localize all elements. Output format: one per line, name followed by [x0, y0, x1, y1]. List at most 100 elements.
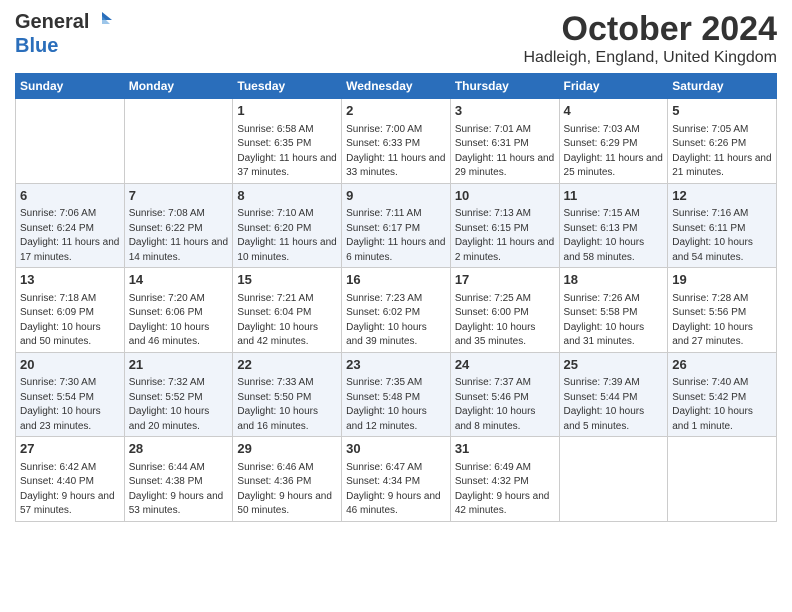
calendar-table: SundayMondayTuesdayWednesdayThursdayFrid… [15, 73, 777, 522]
logo-general: General [15, 11, 89, 34]
day-info: Sunrise: 7:20 AM Sunset: 6:06 PM Dayligh… [129, 293, 210, 348]
day-info: Sunrise: 7:16 AM Sunset: 6:11 PM Dayligh… [672, 208, 753, 263]
calendar-cell: 30Sunrise: 6:47 AM Sunset: 4:34 PM Dayli… [342, 437, 451, 522]
calendar-cell: 26Sunrise: 7:40 AM Sunset: 5:42 PM Dayli… [668, 352, 777, 437]
calendar-cell: 25 Sunrise: 7:39 AM Sunset: 5:44 PM Dayli… [559, 352, 668, 437]
calendar-cell: 7 Sunrise: 7:08 AM Sunset: 6:22 PM Daylig… [124, 183, 233, 268]
calendar-cell: 24Sunrise: 7:37 AM Sunset: 5:46 PM Dayli… [450, 352, 559, 437]
day-number: 5 [672, 102, 772, 120]
calendar-cell: 2 Sunrise: 7:00 AM Sunset: 6:33 PM Daylig… [342, 99, 451, 184]
calendar-cell: 23 Sunrise: 7:35 AM Sunset: 5:48 PM Dayli… [342, 352, 451, 437]
header-day-thursday: Thursday [450, 74, 559, 99]
calendar-cell [559, 437, 668, 522]
day-number: 25 [564, 356, 664, 374]
day-number: 13 [20, 271, 120, 289]
day-number: 4 [564, 102, 664, 120]
day-info: Sunrise: 7:35 AM Sunset: 5:48 PM Dayligh… [346, 377, 427, 432]
day-info: Sunrise: 6:58 AM Sunset: 6:35 PM Dayligh… [237, 124, 336, 179]
day-info: Sunrise: 7:23 AM Sunset: 6:02 PM Dayligh… [346, 293, 427, 348]
calendar-cell: 13 Sunrise: 7:18 AM Sunset: 6:09 PM Dayli… [16, 268, 125, 353]
title-area: October 2024 Hadleigh, England, United K… [524, 10, 778, 67]
calendar-cell: 27 Sunrise: 6:42 AM Sunset: 4:40 PM Dayli… [16, 437, 125, 522]
calendar-body: 1 Sunrise: 6:58 AM Sunset: 6:35 PM Daylig… [16, 99, 777, 522]
header-row: SundayMondayTuesdayWednesdayThursdayFrid… [16, 74, 777, 99]
day-info: Sunrise: 7:32 AM Sunset: 5:52 PM Dayligh… [129, 377, 210, 432]
day-info: Sunrise: 7:28 AM Sunset: 5:56 PM Dayligh… [672, 293, 753, 348]
day-info: Sunrise: 7:00 AM Sunset: 6:33 PM Dayligh… [346, 124, 445, 179]
calendar-cell: 28Sunrise: 6:44 AM Sunset: 4:38 PM Dayli… [124, 437, 233, 522]
day-info: Sunrise: 7:25 AM Sunset: 6:00 PM Dayligh… [455, 293, 536, 348]
calendar-cell: 5 Sunrise: 7:05 AM Sunset: 6:26 PM Daylig… [668, 99, 777, 184]
day-number: 29 [237, 440, 337, 458]
day-number: 23 [346, 356, 446, 374]
day-number: 22 [237, 356, 337, 374]
day-number: 20 [20, 356, 120, 374]
day-info: Sunrise: 7:13 AM Sunset: 6:15 PM Dayligh… [455, 208, 554, 263]
day-number: 3 [455, 102, 555, 120]
header-day-wednesday: Wednesday [342, 74, 451, 99]
day-info: Sunrise: 7:01 AM Sunset: 6:31 PM Dayligh… [455, 124, 554, 179]
logo: General Blue [15, 10, 114, 58]
day-info: Sunrise: 7:26 AM Sunset: 5:58 PM Dayligh… [564, 293, 645, 348]
calendar-cell: 16 Sunrise: 7:23 AM Sunset: 6:02 PM Dayli… [342, 268, 451, 353]
calendar-cell: 18 Sunrise: 7:26 AM Sunset: 5:58 PM Dayli… [559, 268, 668, 353]
day-info: Sunrise: 7:18 AM Sunset: 6:09 PM Dayligh… [20, 293, 101, 348]
day-number: 31 [455, 440, 555, 458]
day-number: 21 [129, 356, 229, 374]
day-number: 10 [455, 187, 555, 205]
calendar-week-1: 1 Sunrise: 6:58 AM Sunset: 6:35 PM Daylig… [16, 99, 777, 184]
calendar-cell: 20 Sunrise: 7:30 AM Sunset: 5:54 PM Dayli… [16, 352, 125, 437]
day-number: 2 [346, 102, 446, 120]
calendar-cell: 8Sunrise: 7:10 AM Sunset: 6:20 PM Daylig… [233, 183, 342, 268]
logo-blue: Blue [15, 35, 58, 57]
day-number: 30 [346, 440, 446, 458]
calendar-cell: 14Sunrise: 7:20 AM Sunset: 6:06 PM Dayli… [124, 268, 233, 353]
day-info: Sunrise: 7:08 AM Sunset: 6:22 PM Dayligh… [129, 208, 228, 263]
day-number: 18 [564, 271, 664, 289]
calendar-cell: 3 Sunrise: 7:01 AM Sunset: 6:31 PM Daylig… [450, 99, 559, 184]
calendar-cell: 9 Sunrise: 7:11 AM Sunset: 6:17 PM Daylig… [342, 183, 451, 268]
day-info: Sunrise: 7:30 AM Sunset: 5:54 PM Dayligh… [20, 377, 101, 432]
calendar-cell: 6 Sunrise: 7:06 AM Sunset: 6:24 PM Daylig… [16, 183, 125, 268]
day-number: 9 [346, 187, 446, 205]
calendar-week-5: 27 Sunrise: 6:42 AM Sunset: 4:40 PM Dayli… [16, 437, 777, 522]
day-number: 16 [346, 271, 446, 289]
day-number: 7 [129, 187, 229, 205]
header: General Blue October 2024 Hadleigh, Engl… [15, 10, 777, 67]
day-info: Sunrise: 7:39 AM Sunset: 5:44 PM Dayligh… [564, 377, 645, 432]
day-number: 11 [564, 187, 664, 205]
header-day-monday: Monday [124, 74, 233, 99]
calendar-cell: 21 Sunrise: 7:32 AM Sunset: 5:52 PM Dayli… [124, 352, 233, 437]
calendar-cell: 31 Sunrise: 6:49 AM Sunset: 4:32 PM Dayli… [450, 437, 559, 522]
calendar-cell: 4Sunrise: 7:03 AM Sunset: 6:29 PM Daylig… [559, 99, 668, 184]
header-day-saturday: Saturday [668, 74, 777, 99]
day-info: Sunrise: 6:46 AM Sunset: 4:36 PM Dayligh… [237, 462, 332, 517]
day-info: Sunrise: 7:06 AM Sunset: 6:24 PM Dayligh… [20, 208, 119, 263]
calendar-cell: 1 Sunrise: 6:58 AM Sunset: 6:35 PM Daylig… [233, 99, 342, 184]
day-info: Sunrise: 7:15 AM Sunset: 6:13 PM Dayligh… [564, 208, 645, 263]
calendar-cell: 17Sunrise: 7:25 AM Sunset: 6:00 PM Dayli… [450, 268, 559, 353]
day-info: Sunrise: 7:11 AM Sunset: 6:17 PM Dayligh… [346, 208, 445, 263]
calendar-week-2: 6 Sunrise: 7:06 AM Sunset: 6:24 PM Daylig… [16, 183, 777, 268]
day-number: 8 [237, 187, 337, 205]
day-info: Sunrise: 6:42 AM Sunset: 4:40 PM Dayligh… [20, 462, 115, 517]
calendar-week-4: 20 Sunrise: 7:30 AM Sunset: 5:54 PM Dayli… [16, 352, 777, 437]
header-day-friday: Friday [559, 74, 668, 99]
day-number: 6 [20, 187, 120, 205]
day-info: Sunrise: 6:44 AM Sunset: 4:38 PM Dayligh… [129, 462, 224, 517]
calendar-header: SundayMondayTuesdayWednesdayThursdayFrid… [16, 74, 777, 99]
day-info: Sunrise: 7:21 AM Sunset: 6:04 PM Dayligh… [237, 293, 318, 348]
header-day-tuesday: Tuesday [233, 74, 342, 99]
day-info: Sunrise: 7:05 AM Sunset: 6:26 PM Dayligh… [672, 124, 771, 179]
day-number: 1 [237, 102, 337, 120]
page-subtitle: Hadleigh, England, United Kingdom [524, 49, 778, 67]
day-info: Sunrise: 7:40 AM Sunset: 5:42 PM Dayligh… [672, 377, 753, 432]
day-number: 12 [672, 187, 772, 205]
calendar-cell [16, 99, 125, 184]
day-number: 19 [672, 271, 772, 289]
day-info: Sunrise: 6:49 AM Sunset: 4:32 PM Dayligh… [455, 462, 550, 517]
calendar-cell [668, 437, 777, 522]
logo-bird-icon [92, 10, 114, 35]
calendar-cell: 10 Sunrise: 7:13 AM Sunset: 6:15 PM Dayli… [450, 183, 559, 268]
day-number: 27 [20, 440, 120, 458]
